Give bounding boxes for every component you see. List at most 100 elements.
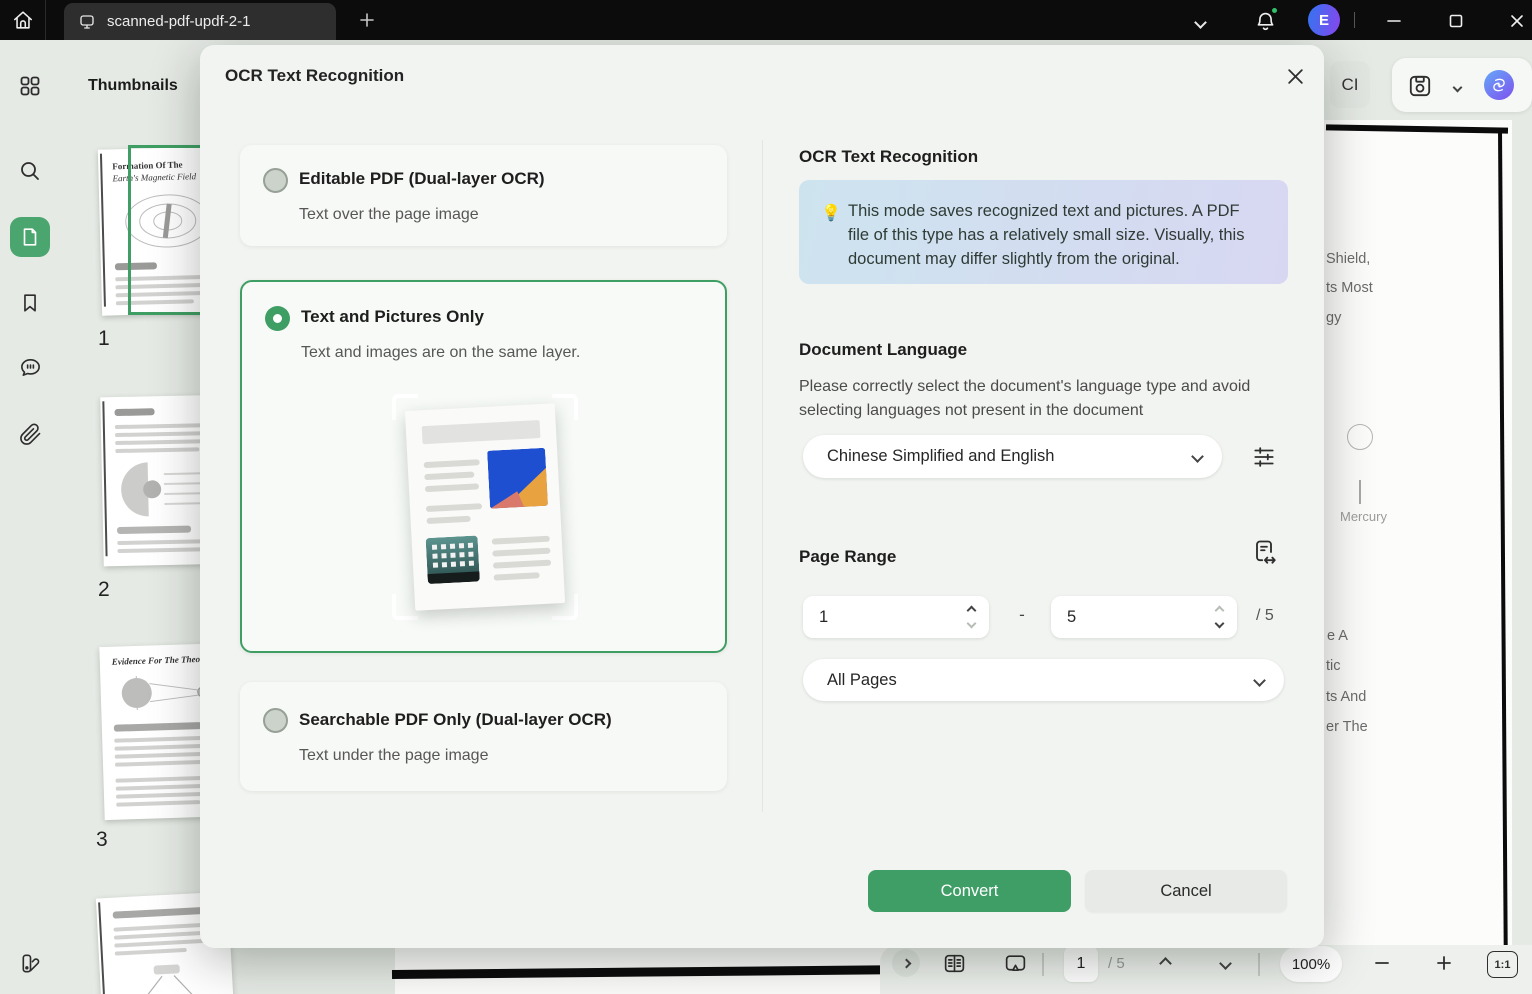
notifications-button[interactable] bbox=[1252, 6, 1279, 34]
zoom-level-input[interactable]: 100% bbox=[1280, 946, 1342, 982]
sidebar-item-attachments[interactable] bbox=[10, 414, 50, 454]
page-text-fragment: ts And bbox=[1326, 689, 1367, 705]
photo-teal-building bbox=[425, 535, 480, 585]
language-advanced-button[interactable] bbox=[1250, 443, 1278, 471]
dialog-close-button[interactable] bbox=[1282, 63, 1308, 89]
stepper-down-icon[interactable] bbox=[966, 618, 977, 629]
stepper-up-icon[interactable] bbox=[966, 605, 977, 616]
two-page-view-icon bbox=[942, 951, 967, 976]
new-tab-button[interactable] bbox=[354, 7, 380, 33]
comment-icon bbox=[19, 356, 42, 379]
diagram-leader-line bbox=[1359, 480, 1361, 504]
option-description: Text under the page image bbox=[299, 747, 489, 764]
save-button[interactable] bbox=[1406, 72, 1434, 100]
option-editable-pdf[interactable]: Editable PDF (Dual-layer OCR) Text over … bbox=[240, 145, 727, 246]
page-range-button[interactable] bbox=[1249, 537, 1279, 567]
option-text-and-pictures[interactable]: Text and Pictures Only Text and images a… bbox=[240, 280, 727, 653]
mode-tip-text: This mode saves recognized text and pict… bbox=[848, 202, 1245, 268]
clipped-toolbar-button[interactable]: CI bbox=[1330, 61, 1370, 108]
close-icon bbox=[1286, 67, 1305, 86]
page-text-fragment: er The bbox=[1326, 719, 1368, 735]
attachment-icon bbox=[19, 423, 42, 446]
chevron-right-icon bbox=[901, 958, 911, 968]
option-title: Text and Pictures Only bbox=[301, 307, 484, 326]
range-to-value: 5 bbox=[1067, 607, 1077, 626]
thumbnail-title-text: Earth's Magnetic Field bbox=[112, 171, 197, 184]
chevron-down-icon bbox=[1191, 450, 1204, 463]
titlebar-divider bbox=[1354, 12, 1355, 28]
page-layout-button[interactable] bbox=[941, 950, 967, 976]
radio-unselected[interactable] bbox=[263, 168, 288, 193]
close-window-button[interactable] bbox=[1504, 8, 1530, 34]
pages-mode-select[interactable]: All Pages bbox=[803, 659, 1284, 701]
sidebar-item-search[interactable] bbox=[10, 151, 50, 191]
sidebar-item-bookmarks[interactable] bbox=[10, 283, 50, 323]
page-range-icon bbox=[1250, 538, 1278, 566]
avatar[interactable]: E bbox=[1308, 4, 1340, 36]
actual-size-button[interactable]: 1:1 bbox=[1487, 951, 1518, 978]
diagram-planet-circle bbox=[1347, 424, 1373, 450]
sidebar-item-swatches[interactable] bbox=[10, 943, 50, 983]
stepper-up-icon[interactable] bbox=[1214, 605, 1225, 616]
close-icon bbox=[1509, 13, 1525, 29]
option-description: Text over the page image bbox=[299, 206, 479, 223]
save-options-button[interactable] bbox=[1448, 78, 1466, 96]
chevron-down-icon bbox=[1218, 956, 1232, 970]
thumbnail-page-number: 2 bbox=[98, 578, 110, 601]
thumbnails-panel-title: Thumbnails bbox=[88, 77, 178, 94]
sidebar-item-comments[interactable] bbox=[10, 347, 50, 387]
next-page-button[interactable] bbox=[1212, 950, 1238, 976]
plus-icon bbox=[1435, 954, 1453, 972]
minimize-icon bbox=[1386, 13, 1402, 29]
minimize-button[interactable] bbox=[1381, 8, 1407, 34]
search-icon bbox=[18, 159, 42, 183]
document-tab[interactable]: scanned-pdf-updf-2-1 bbox=[64, 3, 336, 40]
option-title: Searchable PDF Only (Dual-layer OCR) bbox=[299, 710, 612, 729]
option-searchable-pdf[interactable]: Searchable PDF Only (Dual-layer OCR) Tex… bbox=[240, 682, 727, 791]
sidebar-item-thumbnails[interactable] bbox=[10, 217, 50, 257]
language-select[interactable]: Chinese Simplified and English bbox=[803, 435, 1222, 478]
titlebar: scanned-pdf-updf-2-1 E bbox=[0, 0, 1532, 40]
page-thumbnails-icon bbox=[19, 226, 41, 248]
range-from-input[interactable]: 1 bbox=[803, 596, 989, 638]
stepper-down-icon[interactable] bbox=[1214, 618, 1225, 629]
radio-selected[interactable] bbox=[265, 306, 290, 331]
page-text-fragment: Shield, bbox=[1326, 251, 1371, 267]
cancel-button[interactable]: Cancel bbox=[1085, 870, 1287, 912]
toolbar-divider bbox=[1042, 953, 1044, 976]
expand-toolbar-button[interactable] bbox=[892, 949, 920, 977]
maximize-button[interactable] bbox=[1443, 8, 1469, 34]
radio-unselected[interactable] bbox=[263, 708, 288, 733]
page-number-input[interactable]: 1 bbox=[1064, 946, 1098, 982]
sidebar-item-home-grid[interactable] bbox=[10, 66, 50, 106]
mode-tip-box: 💡 This mode saves recognized text and pi… bbox=[799, 180, 1288, 284]
home-button[interactable] bbox=[0, 0, 46, 40]
thumbnail-title-text: Formation Of The bbox=[112, 159, 183, 172]
page-text-fragment: tic bbox=[1326, 658, 1341, 674]
chevron-down-icon bbox=[1452, 82, 1462, 92]
page-text-fragment: gy bbox=[1326, 310, 1342, 326]
convert-button[interactable]: Convert bbox=[868, 870, 1071, 912]
page-total-label: / 5 bbox=[1108, 955, 1125, 972]
chevron-down-icon bbox=[1194, 16, 1207, 29]
zoom-in-button[interactable] bbox=[1431, 950, 1457, 976]
zoom-out-button[interactable] bbox=[1369, 950, 1395, 976]
range-from-value: 1 bbox=[819, 607, 829, 626]
presentation-mode-button[interactable] bbox=[1002, 950, 1028, 976]
notification-dot bbox=[1270, 6, 1279, 15]
ai-assistant-button[interactable] bbox=[1484, 70, 1514, 100]
settings-heading: OCR Text Recognition bbox=[799, 147, 979, 166]
range-to-input[interactable]: 5 bbox=[1051, 596, 1237, 638]
home-icon bbox=[12, 9, 34, 31]
photo-blue-building bbox=[487, 447, 549, 509]
option-title: Editable PDF (Dual-layer OCR) bbox=[299, 169, 545, 188]
diagram-label: Mercury bbox=[1340, 509, 1387, 524]
presentation-pointer-icon bbox=[1003, 951, 1028, 976]
save-toolbar-group bbox=[1392, 58, 1532, 112]
pages-mode-value: All Pages bbox=[827, 670, 897, 689]
language-select-value: Chinese Simplified and English bbox=[827, 447, 1055, 465]
language-hint-text: Please correctly select the document's l… bbox=[799, 378, 1251, 419]
scan-document-icon bbox=[78, 13, 96, 31]
previous-page-button[interactable] bbox=[1152, 950, 1178, 976]
tab-list-chevron[interactable] bbox=[1194, 14, 1207, 32]
